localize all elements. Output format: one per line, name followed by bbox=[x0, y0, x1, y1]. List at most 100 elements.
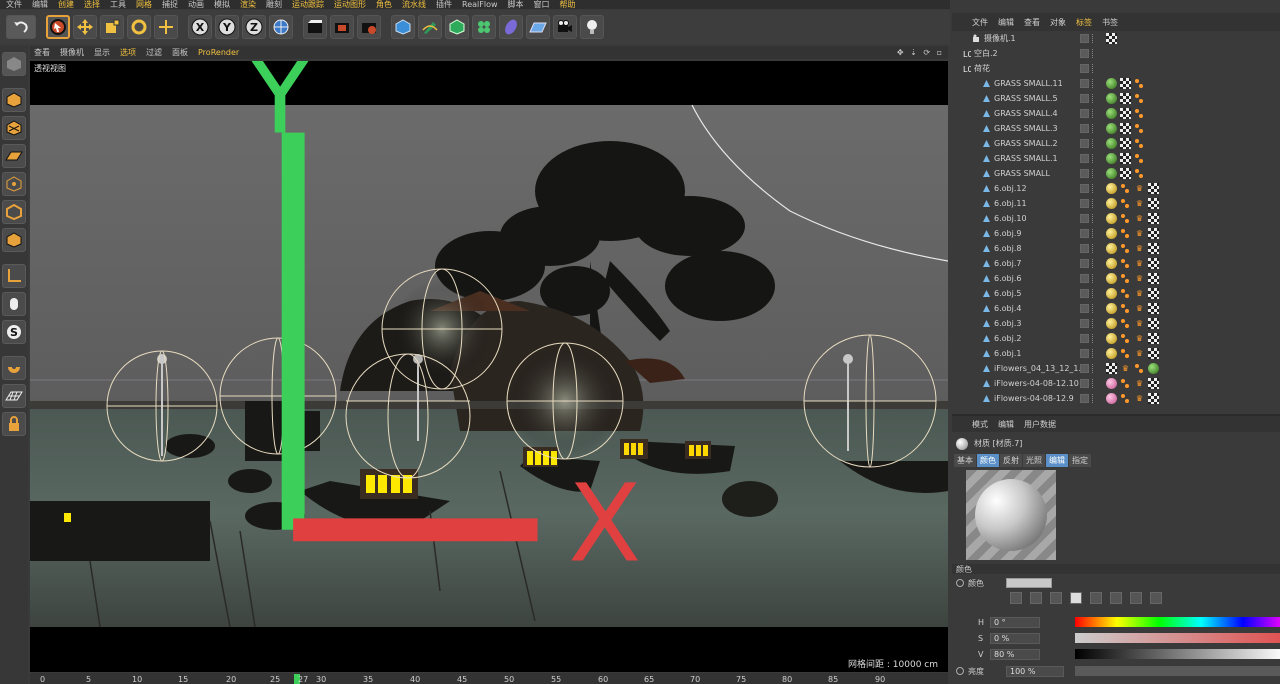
view-menu-item[interactable]: 显示 bbox=[94, 47, 110, 58]
world-coord-button[interactable] bbox=[269, 15, 293, 39]
visibility-toggle[interactable] bbox=[1080, 49, 1089, 58]
object-row[interactable]: iFlowers-04-08-12.10 ♛ bbox=[952, 376, 1280, 391]
green-tag-icon[interactable] bbox=[1106, 123, 1117, 134]
visibility-toggle[interactable] bbox=[1080, 229, 1089, 238]
render-dots[interactable] bbox=[1092, 289, 1095, 298]
menu-item[interactable]: 运动图形 bbox=[334, 0, 366, 9]
gold-tag-icon[interactable] bbox=[1106, 258, 1117, 269]
org-tag-icon[interactable] bbox=[1134, 138, 1145, 149]
move-button[interactable] bbox=[73, 15, 97, 39]
object-menu-item[interactable]: 编辑 bbox=[998, 17, 1014, 28]
chk-tag-icon[interactable] bbox=[1148, 213, 1159, 224]
object-row[interactable]: 6.obj.1 ♛ bbox=[952, 346, 1280, 361]
green-tag-icon[interactable] bbox=[1106, 93, 1117, 104]
render-region-button[interactable] bbox=[330, 15, 354, 39]
object-row[interactable]: GRASS SMALL.3 bbox=[952, 121, 1280, 136]
visibility-toggle[interactable] bbox=[1080, 214, 1089, 223]
view-menu-item[interactable]: ProRender bbox=[198, 48, 239, 57]
object-row[interactable]: 6.obj.3 ♛ bbox=[952, 316, 1280, 331]
visibility-toggle[interactable] bbox=[1080, 109, 1089, 118]
brightness-input[interactable]: 100 % bbox=[1006, 665, 1064, 677]
perspective-viewport[interactable]: 透视视图 Y X 网格间距 : 10000 cm bbox=[30, 61, 948, 672]
crown-tag-icon[interactable]: ♛ bbox=[1134, 258, 1145, 269]
object-row[interactable]: 6.obj.9 ♛ bbox=[952, 226, 1280, 241]
object-row[interactable]: 6.obj.8 ♛ bbox=[952, 241, 1280, 256]
org-tag-icon[interactable] bbox=[1120, 258, 1131, 269]
value-slider[interactable] bbox=[1075, 649, 1280, 659]
color-swatch[interactable] bbox=[1006, 578, 1052, 588]
material-subtab[interactable]: 颜色 bbox=[977, 454, 999, 467]
menu-item[interactable]: 捕捉 bbox=[162, 0, 178, 9]
pen-button[interactable] bbox=[418, 15, 442, 39]
org-tag-icon[interactable] bbox=[1120, 213, 1131, 224]
org-tag-icon[interactable] bbox=[1120, 303, 1131, 314]
workplane-lock-button[interactable] bbox=[2, 384, 26, 408]
visibility-toggle[interactable] bbox=[1080, 34, 1089, 43]
object-row[interactable]: iFlowers_04_13_12_1.3 ♛ bbox=[952, 361, 1280, 376]
menu-item[interactable]: 编辑 bbox=[32, 0, 48, 9]
menu-item[interactable]: 渲染 bbox=[240, 0, 256, 9]
render-dots[interactable] bbox=[1092, 274, 1095, 283]
visibility-toggle[interactable] bbox=[1080, 124, 1089, 133]
view-menu-item[interactable]: 摄像机 bbox=[60, 47, 84, 58]
object-menu-item[interactable]: 对象 bbox=[1050, 17, 1066, 28]
chk-tag-icon[interactable] bbox=[1106, 363, 1117, 374]
render-dots[interactable] bbox=[1092, 64, 1095, 73]
visibility-toggle[interactable] bbox=[1080, 184, 1089, 193]
chk-tag-icon[interactable] bbox=[1148, 183, 1159, 194]
visibility-toggle[interactable] bbox=[1080, 154, 1089, 163]
visibility-toggle[interactable] bbox=[1080, 289, 1089, 298]
view-nav-icons[interactable]: ✥ ⇣ ⟳ ▫ bbox=[897, 48, 948, 57]
x-axis-button[interactable]: X bbox=[188, 15, 212, 39]
color-wheel-icon[interactable] bbox=[1010, 592, 1022, 604]
org-tag-icon[interactable] bbox=[1120, 333, 1131, 344]
render-dots[interactable] bbox=[1092, 319, 1095, 328]
chk-tag-icon[interactable] bbox=[1120, 93, 1131, 104]
live-select-button[interactable] bbox=[46, 15, 70, 39]
render-dots[interactable] bbox=[1092, 199, 1095, 208]
workplane-mode-button[interactable] bbox=[2, 144, 26, 168]
org-tag-icon[interactable] bbox=[1134, 363, 1145, 374]
render-settings-button[interactable] bbox=[357, 15, 381, 39]
green-tag-icon[interactable] bbox=[1106, 108, 1117, 119]
spectrum-icon[interactable] bbox=[1030, 592, 1042, 604]
gold-tag-icon[interactable] bbox=[1106, 228, 1117, 239]
object-row[interactable]: 摄像机.1 bbox=[952, 31, 1280, 46]
snap-button[interactable] bbox=[2, 356, 26, 380]
material-subtab[interactable]: 编辑 bbox=[1046, 454, 1068, 467]
object-menu-item[interactable]: 书签 bbox=[1102, 17, 1118, 28]
gold-tag-icon[interactable] bbox=[1106, 333, 1117, 344]
chk-tag-icon[interactable] bbox=[1148, 393, 1159, 404]
gold-tag-icon[interactable] bbox=[1106, 288, 1117, 299]
object-row[interactable]: 6.obj.7 ♛ bbox=[952, 256, 1280, 271]
crown-tag-icon[interactable]: ♛ bbox=[1134, 333, 1145, 344]
crown-tag-icon[interactable]: ♛ bbox=[1134, 288, 1145, 299]
render-view-button[interactable] bbox=[303, 15, 327, 39]
object-row[interactable]: 6.obj.12 ♛ bbox=[952, 181, 1280, 196]
brightness-radio[interactable] bbox=[956, 667, 964, 675]
object-row[interactable]: GRASS SMALL.1 bbox=[952, 151, 1280, 166]
gold-tag-icon[interactable] bbox=[1106, 213, 1117, 224]
menu-item[interactable]: RealFlow bbox=[462, 0, 498, 9]
object-row[interactable]: L0 空白.2 bbox=[952, 46, 1280, 61]
hue-input[interactable]: 0 ° bbox=[990, 616, 1040, 628]
make-editable-button[interactable] bbox=[2, 52, 26, 76]
crown-tag-icon[interactable]: ♛ bbox=[1134, 273, 1145, 284]
material-preview[interactable] bbox=[966, 470, 1056, 560]
org-tag-icon[interactable] bbox=[1120, 348, 1131, 359]
crown-tag-icon[interactable]: ♛ bbox=[1134, 213, 1145, 224]
chk-tag-icon[interactable] bbox=[1120, 123, 1131, 134]
render-dots[interactable] bbox=[1092, 79, 1095, 88]
org-tag-icon[interactable] bbox=[1120, 318, 1131, 329]
y-axis-button[interactable]: Y bbox=[215, 15, 239, 39]
menu-item[interactable]: 流水线 bbox=[402, 0, 426, 9]
swatches-icon[interactable] bbox=[1130, 592, 1142, 604]
visibility-toggle[interactable] bbox=[1080, 394, 1089, 403]
crown-tag-icon[interactable]: ♛ bbox=[1134, 303, 1145, 314]
object-row[interactable]: GRASS SMALL.2 bbox=[952, 136, 1280, 151]
green-tag-icon[interactable] bbox=[1106, 78, 1117, 89]
visibility-toggle[interactable] bbox=[1080, 259, 1089, 268]
menu-item[interactable]: 文件 bbox=[6, 0, 22, 9]
chk-tag-icon[interactable] bbox=[1148, 348, 1159, 359]
menu-item[interactable]: 雕刻 bbox=[266, 0, 282, 9]
